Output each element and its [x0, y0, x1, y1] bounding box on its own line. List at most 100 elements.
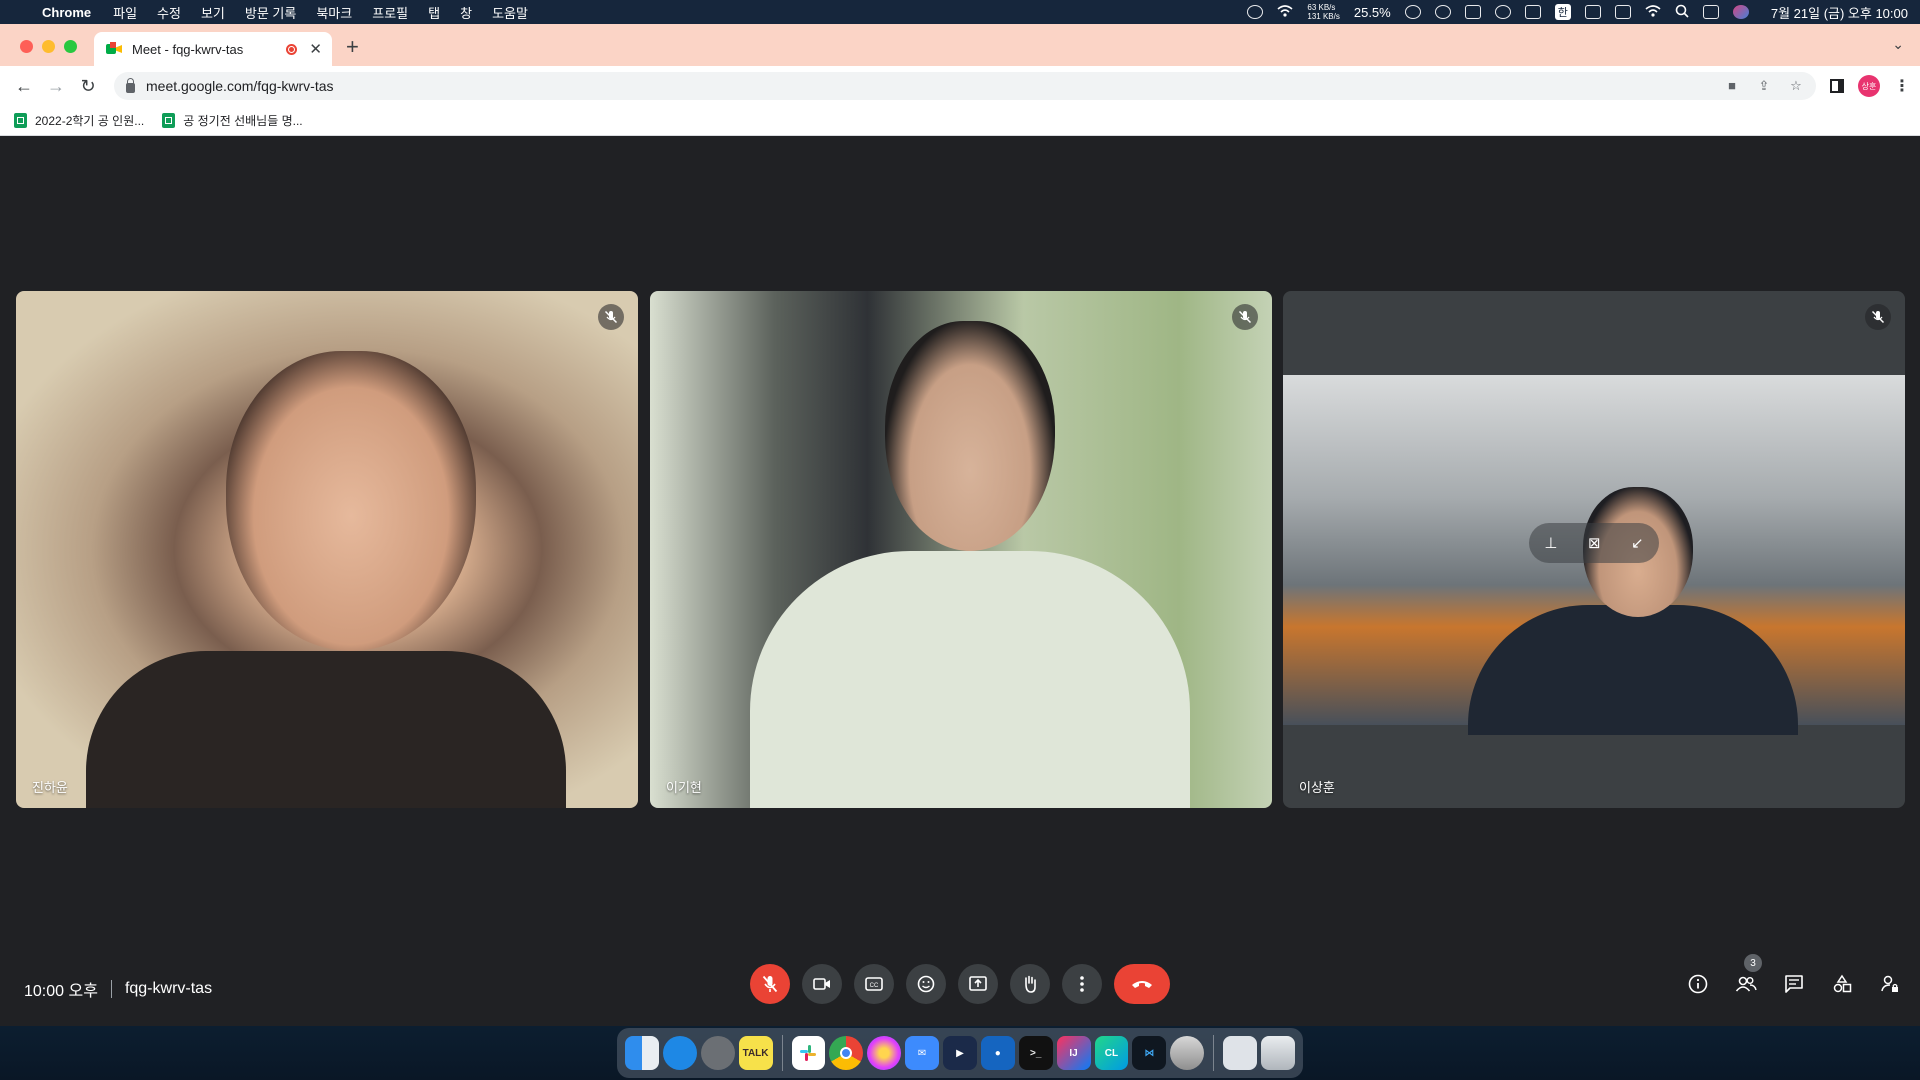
google-sheets-icon: [162, 113, 176, 128]
menu-tab[interactable]: 탭: [428, 3, 440, 22]
safari-icon[interactable]: [662, 1036, 697, 1070]
raise-hand-button[interactable]: [1010, 964, 1050, 1004]
captions-icon: CC: [865, 977, 883, 991]
bookmark-item[interactable]: 공 정기전 선배님들 명...: [162, 112, 303, 129]
back-button[interactable]: ←: [10, 72, 38, 100]
location-app-icon[interactable]: ●: [980, 1036, 1015, 1070]
google-sheets-icon: [14, 113, 27, 128]
info-icon: [1688, 974, 1708, 994]
fullscreen-window-button[interactable]: [64, 40, 77, 53]
lock-icon[interactable]: [126, 78, 135, 93]
menu-help[interactable]: 도움말: [492, 3, 528, 22]
battery-icon[interactable]: [1614, 5, 1631, 19]
address-bar[interactable]: meet.google.com/fqg-kwrv-tas ■ ⇪ ☆: [114, 72, 1816, 100]
slack-icon[interactable]: [791, 1036, 826, 1070]
trash-icon[interactable]: [1261, 1036, 1295, 1070]
meeting-time: 10:00 오후: [24, 983, 98, 1000]
disk-utility-icon[interactable]: [1170, 1036, 1205, 1070]
play-icon[interactable]: [1494, 5, 1511, 19]
meeting-details-button[interactable]: [1682, 968, 1714, 1000]
chrome-icon[interactable]: [829, 1036, 864, 1070]
participant-tile[interactable]: ⊥ ⊠ ↙ 이상훈: [1283, 291, 1905, 808]
chat-button[interactable]: [1778, 968, 1810, 1000]
minimize-window-button[interactable]: [42, 40, 55, 53]
url-text[interactable]: meet.google.com/fqg-kwrv-tas: [146, 78, 1708, 94]
kakaotalk-icon[interactable]: TALK: [738, 1036, 773, 1070]
menu-window[interactable]: 창: [460, 3, 472, 22]
bookmark-item[interactable]: 2022-2학기 공 인원...: [14, 112, 144, 129]
fork-icon[interactable]: [1524, 5, 1541, 19]
camera-toggle-button[interactable]: [802, 964, 842, 1004]
control-center-icon[interactable]: [1702, 5, 1719, 19]
people-button[interactable]: 3: [1730, 954, 1762, 1000]
video-feed: [750, 551, 1190, 808]
participant-name: 이기현: [666, 780, 702, 795]
camera-in-use-icon[interactable]: ■: [1724, 79, 1740, 93]
participant-tile[interactable]: 이기현: [650, 291, 1272, 808]
menu-profile[interactable]: 프로필: [372, 3, 408, 22]
menu-file[interactable]: 파일: [113, 3, 137, 22]
cloud-icon[interactable]: [1404, 5, 1421, 19]
svg-text:CC: CC: [870, 983, 879, 989]
wifi-status-icon[interactable]: [1277, 4, 1293, 21]
browser-tab-meet[interactable]: Meet - fqg-kwrv-tas ✕: [94, 32, 332, 66]
app-menu[interactable]: Chrome: [42, 5, 91, 20]
terminal-icon[interactable]: >_: [1018, 1036, 1053, 1070]
participant-name: 진하윤: [32, 780, 68, 795]
flower-app-icon[interactable]: [867, 1036, 902, 1070]
new-tab-button[interactable]: +: [346, 36, 359, 58]
side-panel-icon[interactable]: [1830, 79, 1844, 93]
participant-tile[interactable]: 진하윤: [16, 291, 638, 808]
mail-icon[interactable]: ✉: [905, 1036, 939, 1070]
browser-toolbar: ← → ↻ meet.google.com/fqg-kwrv-tas ■ ⇪ ☆…: [0, 66, 1920, 106]
desktop: TALK ✉ ▶ ● >_ IJ CL ⋈: [0, 1026, 1920, 1080]
siri-icon[interactable]: [1732, 5, 1749, 19]
downloads-stack-icon[interactable]: [1223, 1036, 1257, 1070]
media-player-icon[interactable]: ▶: [943, 1036, 977, 1070]
mic-toggle-button[interactable]: [750, 964, 790, 1004]
menu-view[interactable]: 보기: [201, 3, 225, 22]
menu-bookmarks[interactable]: 북마크: [316, 3, 352, 22]
captions-button[interactable]: CC: [854, 964, 894, 1004]
close-window-button[interactable]: [20, 40, 33, 53]
profile-avatar[interactable]: 상훈: [1858, 75, 1880, 97]
participant-count-badge: 3: [1744, 954, 1762, 972]
menu-history[interactable]: 방문 기록: [245, 3, 296, 22]
clion-icon[interactable]: CL: [1094, 1036, 1129, 1070]
wifi-icon[interactable]: [1645, 4, 1661, 21]
finder-icon[interactable]: [625, 1036, 659, 1070]
present-button[interactable]: [958, 964, 998, 1004]
share-icon[interactable]: ⇪: [1756, 79, 1772, 93]
spotlight-search-icon[interactable]: [1675, 4, 1689, 21]
emoji-icon: [917, 975, 935, 993]
meeting-code: fqg-kwrv-tas: [124, 980, 213, 997]
notes-icon[interactable]: [1464, 5, 1481, 19]
more-options-button[interactable]: [1062, 964, 1102, 1004]
menubar-clock[interactable]: 7월 21일 (금) 오후 10:00: [1771, 3, 1908, 22]
leave-call-button[interactable]: [1114, 964, 1170, 1004]
present-screen-icon: [969, 976, 987, 991]
tab-search-chevron-icon[interactable]: ⌄: [1892, 36, 1904, 53]
chat-bubble-icon[interactable]: [1434, 5, 1451, 19]
cpu-usage[interactable]: 25.5%: [1354, 5, 1391, 20]
reload-button[interactable]: ↻: [74, 72, 102, 100]
vscode-icon[interactable]: ⋈: [1132, 1036, 1167, 1070]
glasses-icon[interactable]: [1247, 5, 1264, 19]
reactions-button[interactable]: [906, 964, 946, 1004]
macos-menubar: Chrome 파일 수정 보기 방문 기록 북마크 프로필 탭 창 도움말 63…: [0, 0, 1920, 24]
pin-icon[interactable]: ⊥: [1544, 534, 1557, 552]
activities-button[interactable]: [1826, 968, 1858, 1000]
muted-mic-icon: [1232, 304, 1258, 330]
input-source[interactable]: 한: [1554, 4, 1571, 20]
minimize-icon[interactable]: ↙: [1631, 534, 1644, 552]
menu-edit[interactable]: 수정: [157, 3, 181, 22]
system-settings-icon[interactable]: [700, 1036, 735, 1070]
intellij-icon[interactable]: IJ: [1056, 1036, 1091, 1070]
bookmark-star-icon[interactable]: ☆: [1788, 79, 1804, 93]
forward-button[interactable]: →: [42, 72, 70, 100]
remove-from-grid-icon[interactable]: ⊠: [1588, 534, 1601, 552]
tab-close-icon[interactable]: ✕: [309, 40, 322, 58]
browser-menu-icon[interactable]: ⋮: [1894, 76, 1910, 96]
host-controls-button[interactable]: [1874, 968, 1906, 1000]
image-icon[interactable]: [1584, 5, 1601, 19]
